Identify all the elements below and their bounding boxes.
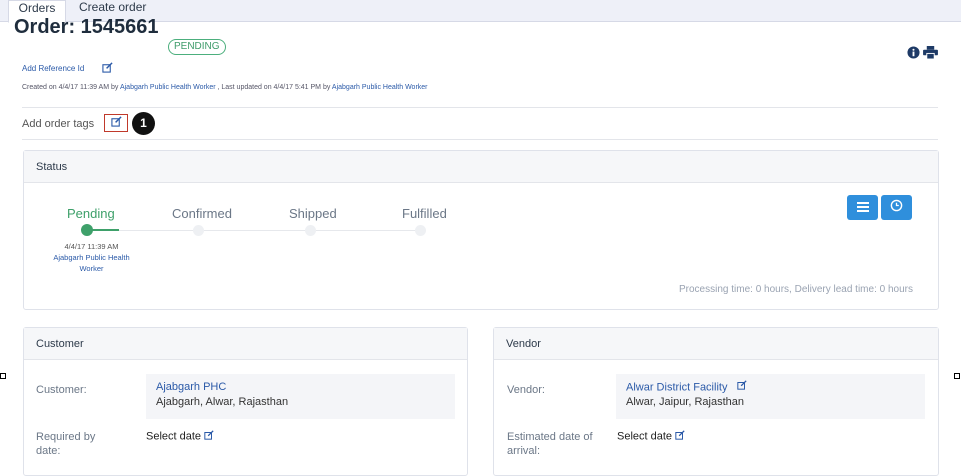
step-dot-shipped [305,225,316,236]
step-pending: Pending [67,206,115,221]
vendor-name-link[interactable]: Alwar District Facility [626,381,727,393]
customer-heading: Customer [24,328,467,360]
vendor-heading: Vendor [494,328,938,360]
edit-icon[interactable] [736,380,747,395]
divider [22,139,938,140]
list-view-button[interactable] [847,195,878,220]
add-reference-link[interactable]: Add Reference Id [22,64,84,73]
processing-time: Processing time: 0 hours, Delivery lead … [679,284,913,295]
divider [22,107,938,108]
step-dot-confirmed [193,225,204,236]
history-button[interactable] [881,195,912,220]
order-tags-label: Add order tags [22,118,95,130]
required-by-select[interactable]: Select date [146,430,214,443]
updated-by-link[interactable]: Ajabgarh Public Health Worker [332,84,428,91]
customer-field: Ajabgarh PHC Ajabgarh, Alwar, Rajasthan [146,374,455,419]
customer-name-link[interactable]: Ajabgarh PHC [156,380,445,395]
vendor-field: Alwar District Facility Alwar, Jaipur, R… [616,374,925,419]
edit-icon [110,114,122,132]
vendor-address: Alwar, Jaipur, Rajasthan [626,396,745,409]
callout-marker: 1 [132,112,155,135]
resize-handle-left[interactable] [0,373,6,379]
status-badge: PENDING [168,39,226,55]
vendor-label: Vendor: [507,384,545,396]
timeline-track [92,230,424,231]
estimated-arrival-label: Estimated date of arrival: [507,431,593,457]
customer-address: Ajabgarh, Alwar, Rajasthan [156,396,289,408]
resize-handle-right[interactable] [954,373,960,379]
edit-icon [675,430,685,443]
clock-icon [890,199,903,217]
step-pending-time: 4/4/17 11:39 AM [64,242,119,251]
step-shipped: Shipped [289,206,337,221]
edit-tags-button[interactable] [104,114,128,132]
estimated-arrival-select[interactable]: Select date [617,430,685,443]
required-by-label: Required by date: [36,431,96,457]
step-confirmed: Confirmed [172,206,232,221]
step-dot-fulfilled [415,225,426,236]
print-icon[interactable] [923,46,938,64]
customer-label: Customer: [36,384,87,396]
edit-icon[interactable] [102,60,113,78]
page-title: Order: 1545661 [14,16,159,38]
step-dot-pending [81,224,93,236]
step-pending-by[interactable]: Ajabgarh Public Health Worker [44,252,139,274]
vendor-name-row: Alwar District Facility [626,380,915,395]
info-icon[interactable] [907,46,920,64]
step-pending-info: 4/4/17 11:39 AM Ajabgarh Public Health W… [44,241,139,274]
step-fulfilled: Fulfilled [402,206,447,221]
order-meta: Created on 4/4/17 11:39 AM by Ajabgarh P… [22,84,428,91]
edit-icon [204,430,214,443]
status-heading: Status [24,151,938,183]
list-icon [856,199,869,217]
timeline-progress [92,229,119,231]
created-by-link[interactable]: Ajabgarh Public Health Worker [120,84,216,91]
header-actions [907,46,938,64]
